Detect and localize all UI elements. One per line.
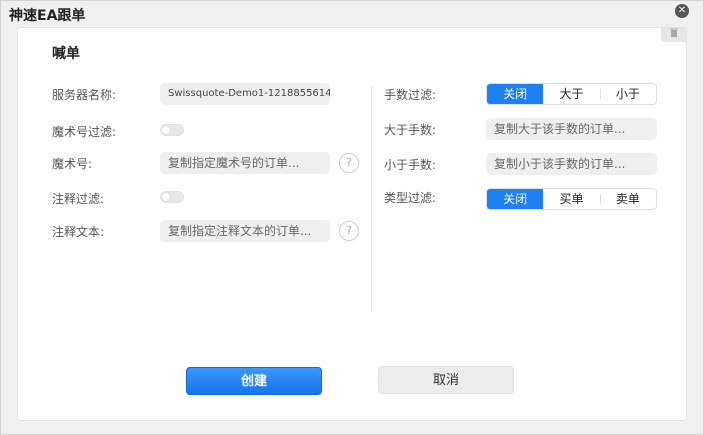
trash-icon[interactable] [661,28,687,42]
create-button[interactable]: 创建 [186,367,322,395]
server-name-field[interactable]: Swissquote-Demo1-1218855614 [160,83,330,105]
lot-filter-option-off[interactable]: 关闭 [487,84,544,104]
type-filter-segmented: 关闭 买单 卖单 [486,188,657,210]
type-filter-label: 类型过滤: [384,191,437,205]
greater-lot-label: 大于手数: [384,123,437,137]
type-filter-option-buy[interactable]: 买单 [543,189,599,209]
magic-filter-toggle[interactable] [160,124,184,136]
window-title: 神速EA跟单 [9,8,86,24]
comment-text-label: 注释文本: [52,225,105,239]
trash-icon-glyph [670,28,678,37]
magic-number-label: 魔术号: [52,157,93,171]
magic-number-input[interactable]: 复制指定魔术号的订单... [160,152,330,174]
comment-filter-toggle[interactable] [160,191,184,203]
type-filter-option-sell[interactable]: 卖单 [599,189,656,209]
close-icon[interactable]: ✕ [675,4,689,18]
dialog-window: 神速EA跟单 ✕ 喊单 服务器名称: Swissquote-Demo1-1218… [0,0,704,435]
lot-filter-option-greater[interactable]: 大于 [543,84,599,104]
less-lot-label: 小于手数: [384,158,437,172]
title-bar: 神速EA跟单 ✕ [1,1,703,25]
comment-text-input[interactable]: 复制指定注释文本的订单... [160,220,330,242]
comment-filter-label: 注释过滤: [52,192,105,206]
lot-filter-segmented: 关闭 大于 小于 [486,83,657,105]
lot-filter-label: 手数过滤: [384,88,437,102]
magic-help-icon[interactable]: ? [339,153,359,173]
comment-help-icon[interactable]: ? [339,221,359,241]
type-filter-option-off[interactable]: 关闭 [487,189,544,209]
less-lot-input[interactable]: 复制小于该手数的订单... [486,153,657,175]
section-title: 喊单 [52,46,80,62]
form-panel: 喊单 服务器名称: Swissquote-Demo1-1218855614 魔术… [17,27,687,421]
toggle-knob [162,193,170,201]
lot-filter-option-less[interactable]: 小于 [599,84,656,104]
server-name-label: 服务器名称: [52,88,117,102]
magic-filter-label: 魔术号过滤: [52,125,117,139]
cancel-button[interactable]: 取消 [378,366,514,394]
column-divider [371,86,372,312]
greater-lot-input[interactable]: 复制大于该手数的订单... [486,118,657,140]
toggle-knob [162,126,170,134]
